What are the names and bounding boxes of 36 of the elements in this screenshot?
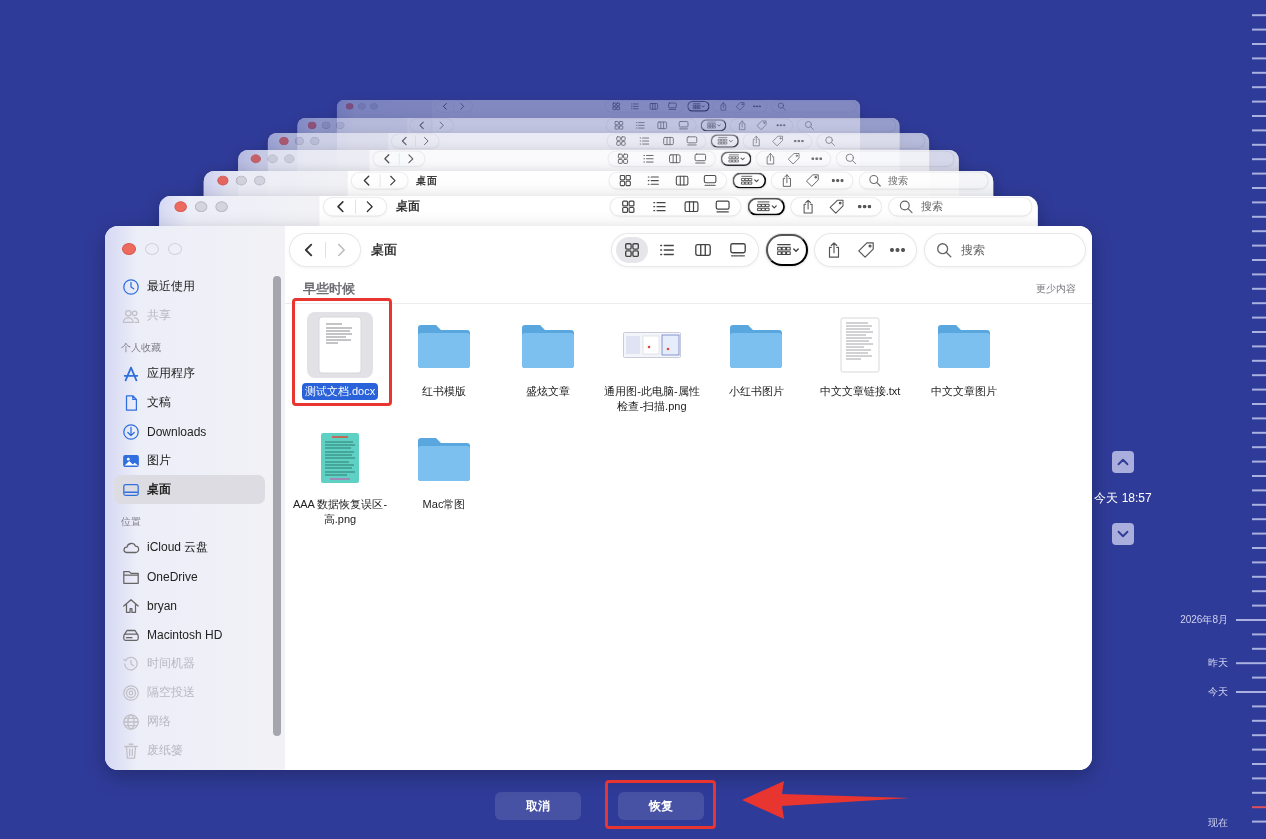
sidebar-item[interactable]: Downloads	[114, 417, 265, 446]
sidebar-item[interactable]: iCloud 云盘	[114, 533, 265, 562]
show-less-link[interactable]: 更少内容	[1036, 282, 1076, 296]
sidebar-section-header: 个人收藏	[121, 341, 161, 355]
timeline-label[interactable]: 2026年8月	[1180, 613, 1228, 627]
section-title: 早些时候	[303, 280, 355, 298]
file-name[interactable]: 红书模版	[419, 383, 469, 400]
file-name[interactable]: AAA 数据恢复误区-高.png	[288, 496, 392, 528]
sidebar-item[interactable]: bryan	[114, 591, 265, 620]
snapshot-time: 今天 18:57	[1094, 490, 1152, 507]
sidebar-section-header: 位置	[121, 515, 141, 529]
search-field[interactable]: 搜索	[889, 197, 1032, 216]
window-title: 桌面	[396, 198, 420, 215]
file-name[interactable]: 小红书图片	[725, 383, 787, 400]
timeline-label[interactable]: 昨天	[1208, 656, 1228, 670]
sidebar-item[interactable]: Macintosh HD	[114, 620, 265, 649]
file-name[interactable]: 通用图-此电脑-属性检查-扫描.png	[600, 383, 704, 415]
cancel-button[interactable]: 取消	[495, 792, 581, 820]
timeline-label[interactable]: 今天	[1208, 685, 1228, 699]
window-title: 桌面	[416, 173, 438, 188]
sidebar-item[interactable]: 最近使用	[114, 272, 265, 301]
timeline-label[interactable]: 现在	[1208, 816, 1228, 830]
file-name[interactable]: 中文文章图片	[928, 383, 1000, 400]
file-name[interactable]: 盛炫文章	[523, 383, 573, 400]
sidebar-item[interactable]: OneDrive	[114, 562, 265, 591]
file-name[interactable]: 测试文档.docx	[301, 383, 379, 400]
sidebar-item[interactable]: 文稿	[114, 388, 265, 417]
sidebar-item[interactable]: 图片	[114, 446, 265, 475]
window-title: 桌面	[371, 241, 397, 259]
search-field[interactable]: 搜索	[859, 172, 988, 189]
search-field[interactable]: 搜索	[925, 234, 1085, 266]
sidebar-item[interactable]: 桌面	[114, 475, 265, 504]
file-name[interactable]: Mac常图	[419, 496, 469, 513]
file-name[interactable]: 中文文章链接.txt	[816, 383, 904, 400]
restore-button[interactable]: 恢复	[618, 792, 704, 820]
sidebar-item[interactable]: 应用程序	[114, 359, 265, 388]
